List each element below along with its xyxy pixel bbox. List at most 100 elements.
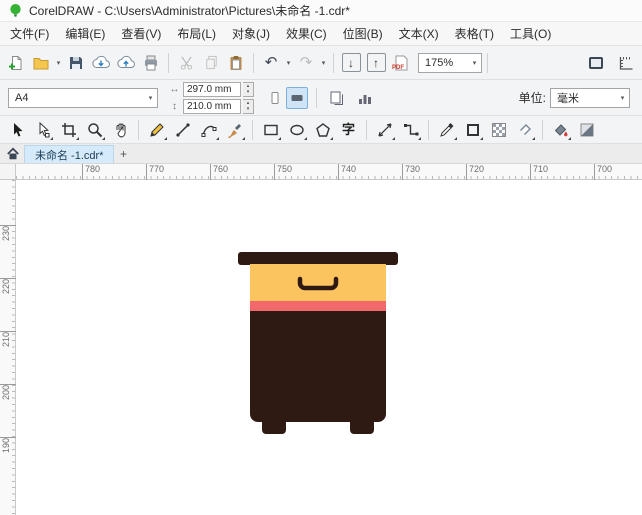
zoom-level-value: 175% (425, 57, 466, 69)
zoom-tool[interactable] (82, 118, 107, 142)
portrait-button[interactable] (264, 87, 286, 109)
connector-tool[interactable] (398, 118, 423, 142)
paste-icon (228, 55, 244, 71)
shape-tool[interactable] (30, 118, 55, 142)
titlebar: CorelDRAW - C:\Users\Administrator\Pictu… (0, 0, 642, 22)
outline-icon (465, 122, 481, 138)
copy-button[interactable] (199, 51, 223, 75)
rectangle-tool[interactable] (258, 118, 283, 142)
page-height-spinner[interactable]: ▴▾ (243, 99, 254, 114)
open-from-cloud-button[interactable] (89, 51, 113, 75)
h-ruler-label: 730 (402, 164, 420, 180)
save-button[interactable] (64, 51, 88, 75)
save-icon (68, 55, 84, 71)
units-dropdown-icon[interactable]: ▾ (618, 94, 627, 102)
menu-text[interactable]: 文本(X) (391, 21, 447, 46)
cut-button[interactable] (174, 51, 198, 75)
cabinet-body[interactable] (250, 311, 386, 422)
new-tab-button[interactable]: + (114, 145, 132, 163)
cabinet-lid[interactable] (238, 252, 398, 265)
v-ruler-label: 190 (0, 437, 16, 453)
text-tool[interactable]: 字 (336, 118, 361, 142)
welcome-screen-button[interactable] (2, 145, 24, 163)
separator (542, 120, 543, 140)
menu-effects[interactable]: 效果(C) (278, 21, 335, 46)
menu-bitmaps[interactable]: 位图(B) (335, 21, 391, 46)
print-button[interactable] (139, 51, 163, 75)
save-to-cloud-button[interactable] (114, 51, 138, 75)
all-pages-button[interactable] (325, 86, 349, 110)
separator (252, 120, 253, 140)
freehand-tool[interactable] (144, 118, 169, 142)
full-screen-preview-button[interactable] (584, 51, 608, 75)
page-height-icon: ↕ (168, 101, 181, 112)
menu-layout[interactable]: 布局(L) (169, 21, 224, 46)
outline-tool[interactable] (460, 118, 485, 142)
publish-to-pdf-button[interactable]: PDF (389, 51, 413, 75)
undo-button[interactable]: ↶ (259, 51, 283, 75)
color-eyedropper-tool[interactable] (434, 118, 459, 142)
horizontal-ruler[interactable]: 780770760750740730720710700 (16, 164, 642, 180)
cabinet-drawer[interactable] (250, 264, 386, 301)
pan-tool[interactable] (108, 118, 133, 142)
workspace: 780770760750740730720710700 230220210200… (0, 164, 642, 515)
transparency-tool[interactable] (486, 118, 511, 142)
undo-dropdown[interactable]: ▾ (284, 59, 293, 67)
cabinet-drawing[interactable] (238, 252, 398, 434)
open-dropdown[interactable]: ▾ (54, 59, 63, 67)
zoom-level-combobox[interactable]: 175% ▾ (418, 53, 482, 73)
eyedropper-icon (439, 122, 455, 138)
pdf-label: PDF (392, 65, 404, 71)
page-width-field[interactable]: 297.0 mm (183, 82, 241, 97)
ellipse-tool[interactable] (284, 118, 309, 142)
crop-tool[interactable] (56, 118, 81, 142)
cabinet-accent-stripe[interactable] (250, 301, 386, 312)
export-button[interactable]: ↑ (364, 51, 388, 75)
page-height-field[interactable]: 210.0 mm (183, 99, 241, 114)
page-width-spinner[interactable]: ▴▾ (243, 82, 254, 97)
two-point-line-tool[interactable] (170, 118, 195, 142)
polygon-tool[interactable] (310, 118, 335, 142)
menu-file[interactable]: 文件(F) (2, 21, 57, 46)
page-size-preset-combobox[interactable]: A4▾ (8, 88, 158, 108)
open-button[interactable] (29, 51, 53, 75)
zoom-dropdown-icon[interactable]: ▾ (470, 59, 479, 67)
document-tab-active[interactable]: 未命名 -1.cdr* (24, 145, 114, 163)
dimension-tool[interactable] (372, 118, 397, 142)
menu-view[interactable]: 查看(V) (113, 21, 169, 46)
fill-tool[interactable] (548, 118, 573, 142)
current-page-button[interactable] (353, 86, 377, 110)
interactive-fill-tool[interactable] (574, 118, 599, 142)
zoom-icon (87, 122, 103, 138)
cabinet-foot-right[interactable] (350, 422, 374, 434)
redo-button[interactable]: ↷ (294, 51, 318, 75)
pick-tool[interactable] (4, 118, 29, 142)
connector-icon (403, 122, 419, 138)
separator (168, 53, 169, 73)
separator (253, 53, 254, 73)
fill-bucket-icon (553, 122, 569, 138)
menu-object[interactable]: 对象(J) (224, 21, 278, 46)
ruler-origin-corner[interactable] (0, 164, 16, 180)
orientation-group (264, 87, 308, 109)
cabinet-foot-left[interactable] (262, 422, 286, 434)
import-button[interactable]: ↓ (339, 51, 363, 75)
vertical-ruler[interactable]: 230220210200190 (0, 180, 16, 515)
new-document-button[interactable] (4, 51, 28, 75)
separator (333, 53, 334, 73)
redo-dropdown[interactable]: ▾ (319, 59, 328, 67)
show-rulers-button[interactable] (614, 51, 638, 75)
landscape-button[interactable] (286, 87, 308, 109)
document-tab-label: 未命名 -1.cdr* (35, 147, 103, 163)
preset-dropdown-icon[interactable]: ▾ (146, 94, 155, 102)
export-icon: ↑ (367, 53, 386, 72)
bezier-tool[interactable] (196, 118, 221, 142)
paste-button[interactable] (224, 51, 248, 75)
smart-fill-tool[interactable] (512, 118, 537, 142)
artistic-media-tool[interactable] (222, 118, 247, 142)
menu-table[interactable]: 表格(T) (447, 21, 502, 46)
menu-tools[interactable]: 工具(O) (502, 21, 559, 46)
units-combobox[interactable]: 毫米▾ (550, 88, 630, 108)
menu-edit[interactable]: 编辑(E) (57, 21, 113, 46)
canvas[interactable] (16, 180, 642, 515)
